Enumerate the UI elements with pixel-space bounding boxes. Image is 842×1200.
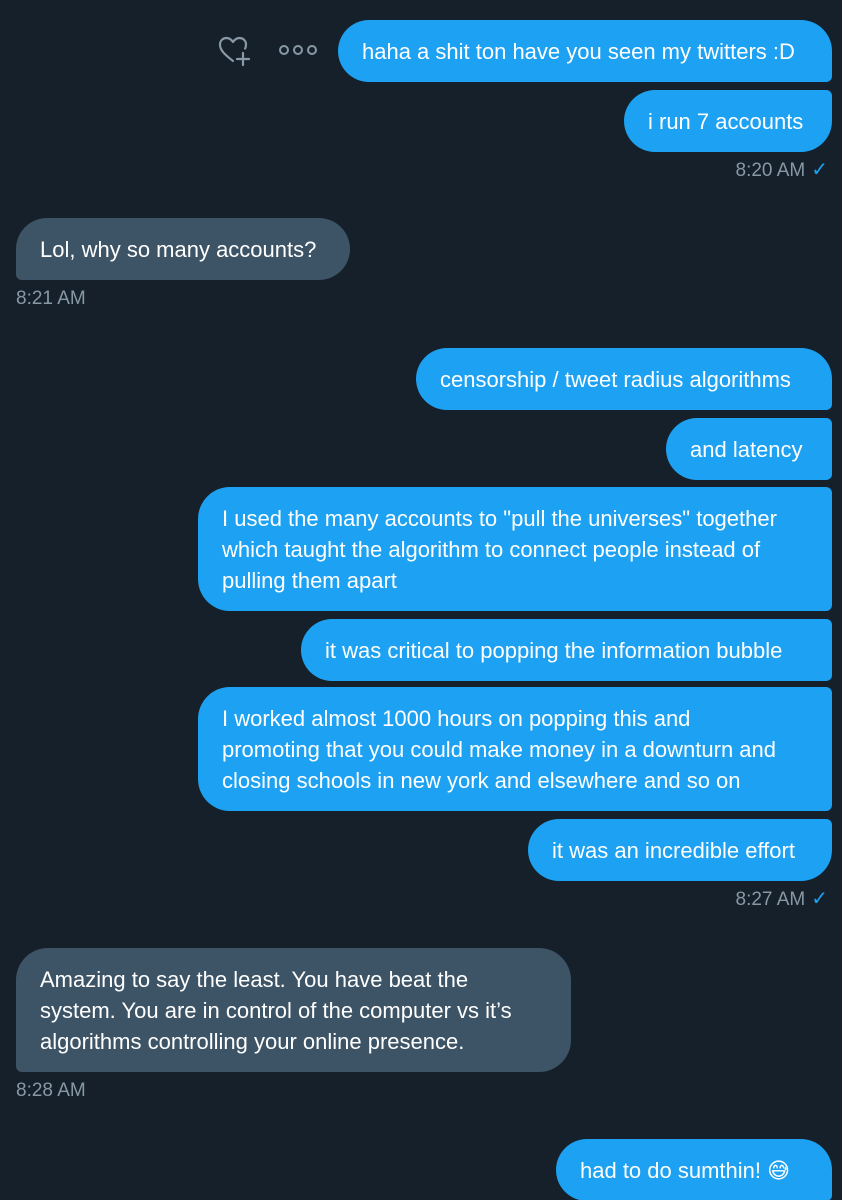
sent-message-bubble[interactable]: and latency [666,418,832,480]
sent-message-bubble[interactable]: censorship / tweet radius algorithms [416,348,832,410]
received-message-bubble[interactable]: Amazing to say the least. You have beat … [16,948,571,1072]
read-check-icon: ✓ [811,888,828,910]
message-actions [212,30,320,70]
timestamp-text: 8:21 AM [16,288,86,309]
sent-message-bubble[interactable]: I worked almost 1000 hours on popping th… [198,687,832,811]
timestamp-text: 8:27 AM [735,889,806,910]
message-timestamp: 8:21 AM [16,288,86,310]
message-timestamp: 8:27 AM ✓ [736,888,828,911]
more-options-icon[interactable] [276,30,320,70]
sent-message-bubble[interactable]: had to do sumthin! 😅 [556,1139,832,1200]
timestamp-text: 8:28 AM [16,1080,86,1101]
read-check-icon: ✓ [811,159,828,181]
sent-message-bubble[interactable]: i run 7 accounts [624,90,832,152]
sent-message-bubble[interactable]: it was an incredible effort [528,819,832,881]
message-timestamp: 8:28 AM [16,1080,86,1102]
sent-message-bubble[interactable]: it was critical to popping the informati… [301,619,832,681]
timestamp-text: 8:20 AM [735,160,806,181]
sent-message-bubble[interactable]: haha a shit ton have you seen my twitter… [338,20,832,82]
sent-message-bubble[interactable]: I used the many accounts to "pull the un… [198,487,832,611]
received-message-bubble[interactable]: Lol, why so many accounts? [16,218,350,280]
heart-plus-icon[interactable] [212,30,256,70]
message-timestamp: 8:20 AM ✓ [736,159,828,182]
